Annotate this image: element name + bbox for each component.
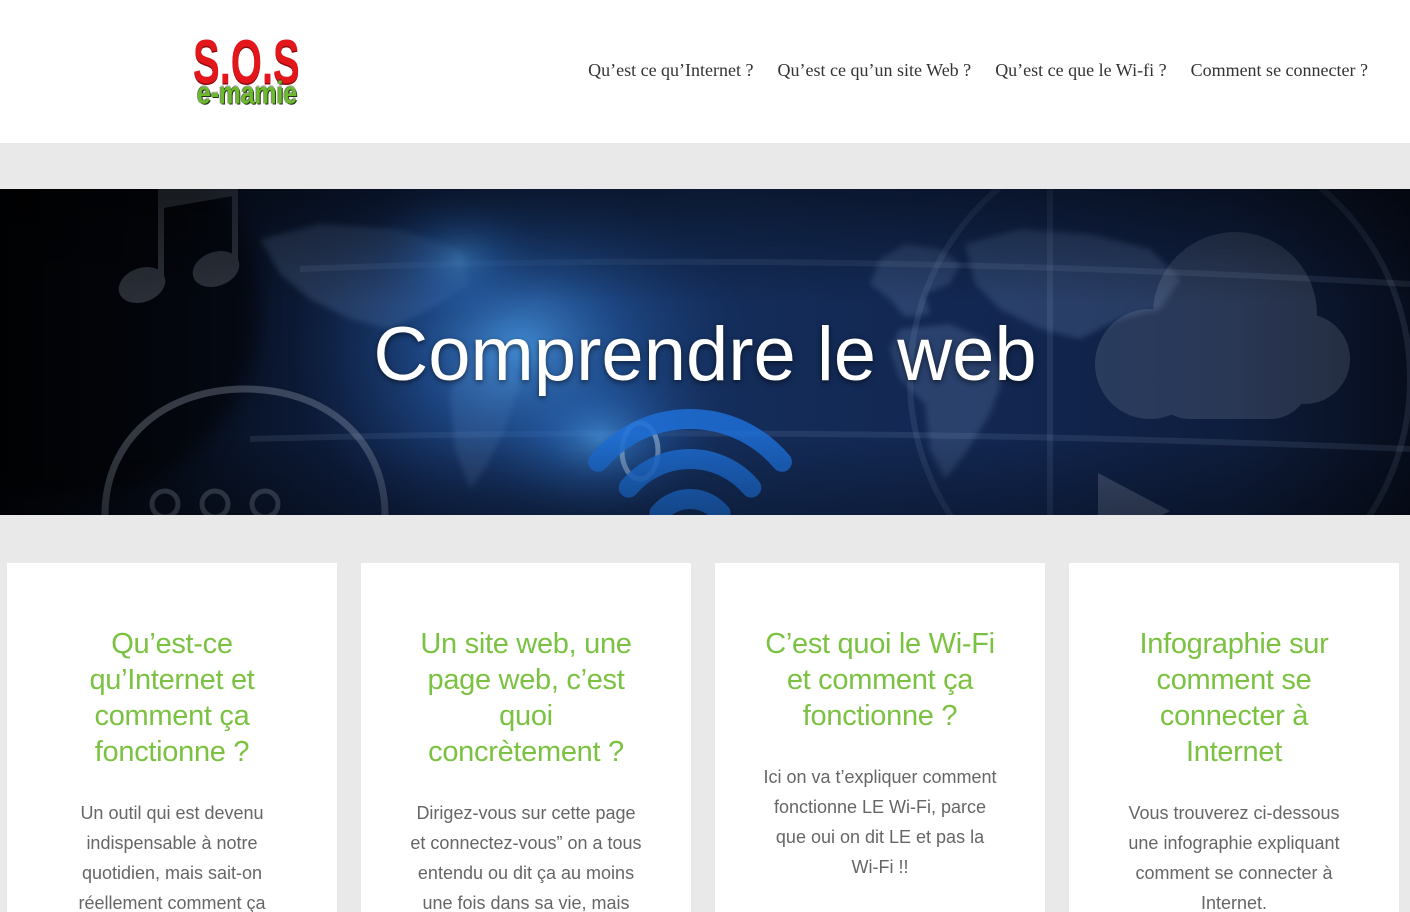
card-excerpt: Ici on va t’expliquer comment fonctionne…: [763, 767, 997, 877]
nav-item-internet[interactable]: Qu’est ce qu’Internet ?: [588, 59, 753, 81]
logo-subtitle: e-mamie: [197, 74, 298, 111]
hero-banner: Comprendre le web: [0, 189, 1410, 515]
card-title[interactable]: Infographie sur comment se connecter à I…: [1099, 626, 1369, 770]
card-internet[interactable]: Qu’est-ce qu’Internet et comment ça fonc…: [7, 563, 337, 912]
card-site-web[interactable]: Un site web, une page web, c’est quoi co…: [361, 563, 691, 912]
page: S.O.S e-mamie Qu’est ce qu’Internet ? Qu…: [0, 0, 1410, 912]
card-excerpt: Un outil qui est devenu indispensable à …: [78, 803, 266, 912]
card-excerpt: Vous trouverez ci-dessous une infographi…: [1128, 803, 1340, 912]
site-logo[interactable]: S.O.S e-mamie: [193, 30, 305, 108]
card-infographie[interactable]: Infographie sur comment se connecter à I…: [1069, 563, 1399, 912]
article-cards: Qu’est-ce qu’Internet et comment ça fonc…: [7, 563, 1399, 912]
nav-item-site-web[interactable]: Qu’est ce qu’un site Web ?: [778, 59, 972, 81]
site-header: S.O.S e-mamie Qu’est ce qu’Internet ? Qu…: [0, 0, 1410, 143]
hero-title: Comprendre le web: [373, 312, 1037, 397]
nav-item-connecter[interactable]: Comment se connecter ?: [1191, 59, 1368, 81]
card-wifi[interactable]: C’est quoi le Wi-Fi et comment ça foncti…: [715, 563, 1045, 912]
card-excerpt: Dirigez-vous sur cette page et connectez…: [410, 803, 642, 912]
nav-item-wifi[interactable]: Qu’est ce que le Wi-fi ?: [995, 59, 1166, 81]
main-nav: Qu’est ce qu’Internet ? Qu’est ce qu’un …: [588, 59, 1368, 81]
card-title[interactable]: Qu’est-ce qu’Internet et comment ça fonc…: [37, 626, 307, 770]
card-title[interactable]: C’est quoi le Wi-Fi et comment ça foncti…: [745, 626, 1015, 734]
card-title[interactable]: Un site web, une page web, c’est quoi co…: [391, 626, 661, 770]
